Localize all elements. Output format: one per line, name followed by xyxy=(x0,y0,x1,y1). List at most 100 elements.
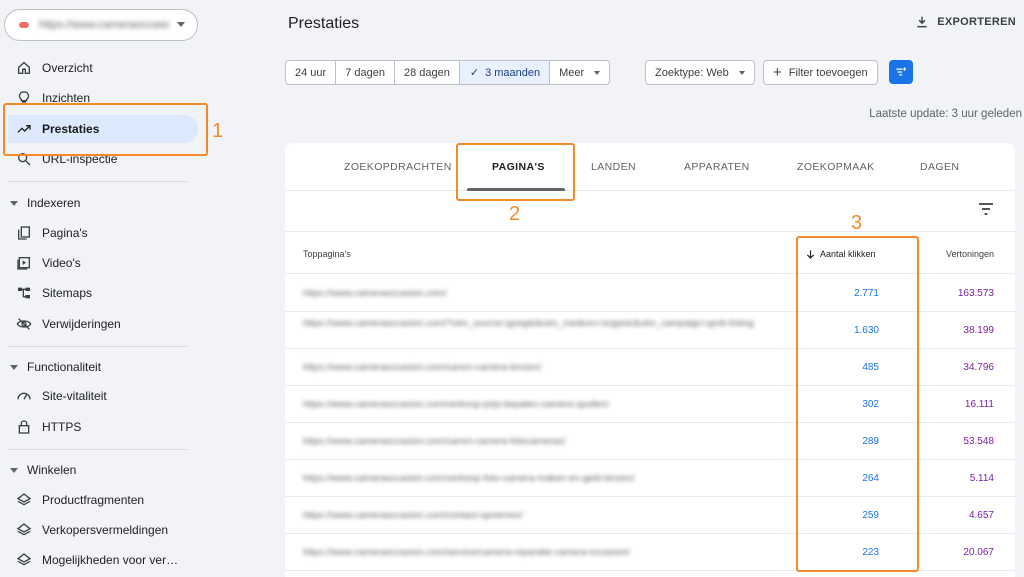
date-28d-button[interactable]: 28 dagen xyxy=(395,61,460,84)
row-url: https://www.cameraoccasion.com/service/c… xyxy=(303,547,630,558)
row-impressions: 34.796 xyxy=(963,362,994,373)
row-url: https://www.cameraoccasion.com/verkoop-p… xyxy=(303,399,609,410)
row-impressions: 5.114 xyxy=(969,473,994,484)
date-more-label: Meer xyxy=(559,66,585,79)
sidebar-item-videos[interactable]: Video's xyxy=(8,249,198,277)
sitemap-icon xyxy=(18,287,30,299)
tab-zoekopmaak[interactable]: ZOEKOPMAAK xyxy=(797,161,875,173)
property-selector[interactable]: https://www.cameraoccasion.com xyxy=(4,9,198,41)
tab-apparaten[interactable]: APPARATEN xyxy=(684,161,750,173)
date-24h-button[interactable]: 24 uur xyxy=(286,61,337,84)
sidebar-item-site-vitaliteit[interactable]: Site-vitaliteit xyxy=(8,382,198,410)
caret-down-icon xyxy=(10,364,18,370)
date-3m-button[interactable]: ✓ 3 maanden xyxy=(459,61,551,84)
row-url: https://www.cameraoccasion.com/verkoop-f… xyxy=(303,473,635,484)
date-3m-label: 3 maanden xyxy=(485,66,541,79)
property-url: https://www.cameraoccasion.com xyxy=(39,19,169,31)
search-type-dropdown[interactable]: Zoektype: Web xyxy=(645,60,755,85)
annotation-number-3: 3 xyxy=(851,212,863,234)
filter-rows-icon[interactable] xyxy=(978,202,994,216)
row-impressions: 38.199 xyxy=(963,325,994,336)
tab-zoekopdrachten[interactable]: ZOEKOPDRACHTEN xyxy=(344,161,452,173)
annotation-box-2 xyxy=(456,143,575,201)
sidebar-item-label: Sitemaps xyxy=(42,286,93,300)
diamond-icon xyxy=(16,553,32,566)
sidebar-item-label: Verwijderingen xyxy=(42,317,121,331)
col-header-pages: Toppagina's xyxy=(303,249,351,259)
sidebar-item-verkopersvermeldingen[interactable]: Verkopersvermeldingen xyxy=(8,516,198,544)
section-title: Indexeren xyxy=(27,196,81,210)
tab-landen[interactable]: LANDEN xyxy=(591,161,636,173)
pages-icon xyxy=(18,226,30,240)
divider xyxy=(8,449,188,450)
sidebar-item-overzicht[interactable]: Overzicht xyxy=(8,54,198,82)
section-winkelen[interactable]: Winkelen xyxy=(10,463,76,477)
chevron-down-icon xyxy=(177,22,185,27)
row-url: https://www.cameraoccasion.com/canon-cam… xyxy=(303,436,566,447)
sidebar-item-label: Video's xyxy=(42,256,81,270)
row-url: https://www.cameraoccasion.com/canon-cam… xyxy=(303,362,542,373)
sidebar-item-label: Verkopersvermeldingen xyxy=(42,523,169,537)
date-range-selector: 24 uur 7 dagen 28 dagen ✓ 3 maanden Meer xyxy=(285,60,611,85)
export-button[interactable]: EXPORTEREN xyxy=(915,15,1016,29)
sidebar-item-mogelijkheden[interactable]: Mogelijkheden voor ver… xyxy=(8,546,198,574)
row-impressions: 20.067 xyxy=(963,547,994,558)
chevron-down-icon xyxy=(738,70,745,75)
row-url: https://www.cameraoccasion.com/?utm_sour… xyxy=(303,318,754,329)
sidebar-item-label: Site-vitaliteit xyxy=(42,389,107,403)
row-url: https://www.cameraoccasion.com/contact-o… xyxy=(303,510,523,521)
row-impressions: 53.548 xyxy=(963,436,994,447)
sidebar-item-https[interactable]: HTTPS xyxy=(8,413,198,441)
sidebar-item-label: Productfragmenten xyxy=(42,493,145,507)
last-update-text: Laatste update: 3 uur geleden xyxy=(869,108,1022,120)
annotation-number-1: 1 xyxy=(212,120,224,142)
sidebar-item-productfragmenten[interactable]: Productfragmenten xyxy=(8,486,198,514)
row-impressions: 163.573 xyxy=(957,288,994,299)
section-title: Winkelen xyxy=(27,463,77,477)
lock-icon xyxy=(18,420,30,434)
section-functionaliteit[interactable]: Functionaliteit xyxy=(10,360,101,374)
sidebar: https://www.cameraoccasion.com Overzicht… xyxy=(0,0,206,577)
tab-bar: ZOEKOPDRACHTEN PAGINA'S LANDEN APPARATEN… xyxy=(285,143,1015,191)
download-icon xyxy=(917,16,927,28)
sidebar-item-sitemaps[interactable]: Sitemaps xyxy=(8,279,198,307)
add-filter-label: Filter toevoegen xyxy=(788,66,868,79)
diamond-icon xyxy=(16,523,32,536)
annotation-number-2: 2 xyxy=(509,203,521,225)
caret-down-icon xyxy=(10,200,18,206)
sidebar-item-label: HTTPS xyxy=(42,420,82,434)
sidebar-item-label: Overzicht xyxy=(42,61,93,75)
divider xyxy=(8,181,188,182)
property-favicon xyxy=(19,22,29,28)
caret-down-icon xyxy=(10,467,18,473)
annotation-box-1 xyxy=(3,103,208,156)
row-url: https://www.cameraoccasion.com/ xyxy=(303,288,447,299)
check-icon: ✓ xyxy=(469,67,480,79)
diamond-icon xyxy=(16,493,32,506)
sidebar-item-label: Mogelijkheden voor ver… xyxy=(42,553,179,567)
gauge-icon xyxy=(17,392,31,400)
sidebar-item-paginas[interactable]: Pagina's xyxy=(8,219,198,247)
filter-settings-button[interactable] xyxy=(889,60,913,84)
divider xyxy=(8,346,188,347)
row-impressions: 4.657 xyxy=(968,510,994,521)
tab-dagen[interactable]: DAGEN xyxy=(920,161,959,173)
annotation-box-3 xyxy=(796,236,919,572)
export-label: EXPORTEREN xyxy=(937,16,1016,28)
plus-icon: + xyxy=(773,64,782,81)
sidebar-item-label: Pagina's xyxy=(42,226,88,240)
visibility-off-icon xyxy=(16,318,32,330)
section-title: Functionaliteit xyxy=(27,360,102,374)
home-icon xyxy=(18,61,30,74)
section-indexeren[interactable]: Indexeren xyxy=(10,196,80,210)
sidebar-item-verwijderingen[interactable]: Verwijderingen xyxy=(8,310,198,338)
date-7d-button[interactable]: 7 dagen xyxy=(336,61,395,84)
add-filter-button[interactable]: + Filter toevoegen xyxy=(763,60,878,85)
col-header-impressions[interactable]: Vertoningen xyxy=(946,249,994,259)
date-more-button[interactable]: Meer xyxy=(550,61,609,84)
chevron-down-icon xyxy=(594,70,601,75)
row-impressions: 16.111 xyxy=(964,399,994,410)
filter-add-icon xyxy=(896,67,907,76)
search-type-label: Zoektype: Web xyxy=(655,66,729,79)
page-title: Prestaties xyxy=(288,15,360,32)
